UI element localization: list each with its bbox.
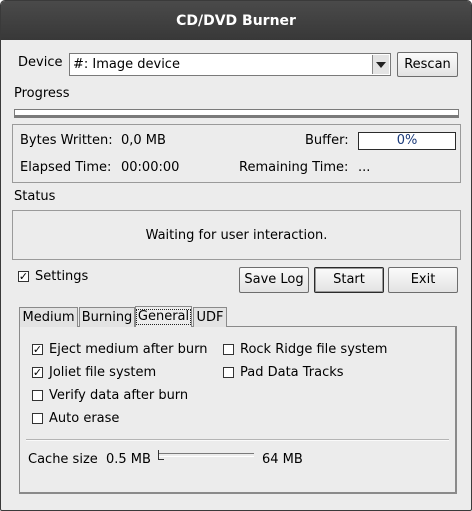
- status-label: Status: [14, 189, 56, 204]
- buffer-value: 0%: [396, 133, 418, 148]
- buffer-indicator: 0%: [358, 132, 456, 150]
- check-icon: ✓: [18, 270, 29, 283]
- exit-button-label: Exit: [410, 272, 436, 287]
- status-panel: Waiting for user interaction.: [12, 210, 461, 260]
- rock-ridge-checkbox[interactable]: [223, 344, 234, 355]
- elapsed-time-label: Elapsed Time:: [20, 160, 112, 175]
- remaining-time-label: Remaining Time:: [239, 160, 349, 175]
- bytes-written-value: 0,0 MB: [121, 133, 166, 148]
- tab-general[interactable]: General: [135, 306, 192, 327]
- cache-slider-handle[interactable]: [158, 450, 164, 460]
- burner-window: CD/DVD Burner Device #: Image device Res…: [0, 0, 472, 511]
- tab-general-label: General: [135, 309, 192, 325]
- bytes-written-label: Bytes Written:: [20, 133, 113, 148]
- auto-erase-label: Auto erase: [49, 411, 120, 426]
- cache-size-label: Cache size: [28, 452, 98, 467]
- separator: [26, 439, 449, 441]
- chevron-down-icon: [376, 61, 386, 68]
- settings-label: Settings: [35, 269, 89, 284]
- tab-udf[interactable]: UDF: [193, 307, 227, 327]
- check-icon: ✓: [32, 366, 43, 379]
- progress-bar: [14, 109, 459, 118]
- eject-medium-label: Eject medium after burn: [49, 342, 208, 357]
- check-icon: ✓: [32, 343, 43, 356]
- save-log-button[interactable]: Save Log: [239, 267, 309, 293]
- elapsed-time-value: 00:00:00: [121, 160, 180, 175]
- rescan-button-label: Rescan: [404, 56, 451, 72]
- tab-medium[interactable]: Medium: [19, 307, 78, 327]
- tab-udf-label: UDF: [196, 309, 224, 325]
- window-title: CD/DVD Burner: [176, 12, 296, 29]
- rock-ridge-label: Rock Ridge file system: [240, 342, 388, 357]
- pad-data-tracks-checkbox[interactable]: [223, 367, 234, 378]
- cache-slider-track[interactable]: [158, 453, 254, 457]
- verify-data-label: Verify data after burn: [49, 388, 189, 403]
- joliet-checkbox[interactable]: ✓: [32, 367, 43, 378]
- save-log-button-label: Save Log: [244, 272, 304, 287]
- tab-burning[interactable]: Burning: [79, 307, 135, 327]
- cache-max-label: 64 MB: [262, 452, 303, 467]
- tab-burning-label: Burning: [81, 309, 133, 325]
- exit-button[interactable]: Exit: [388, 267, 458, 293]
- start-button-label: Start: [333, 272, 365, 287]
- start-button[interactable]: Start: [314, 267, 384, 293]
- joliet-label: Joliet file system: [49, 365, 157, 380]
- remaining-time-value: ...: [358, 160, 371, 175]
- title-bar: CD/DVD Burner: [1, 1, 471, 40]
- progress-label: Progress: [14, 86, 70, 101]
- cache-min-label: 0.5 MB: [106, 452, 151, 467]
- rescan-button[interactable]: Rescan: [397, 52, 458, 77]
- tab-medium-label: Medium: [22, 309, 75, 325]
- dropdown-arrow[interactable]: [372, 55, 389, 74]
- buffer-label: Buffer:: [305, 133, 349, 148]
- pad-data-tracks-label: Pad Data Tracks: [240, 365, 344, 380]
- device-select-value: #: Image device: [73, 57, 180, 72]
- status-message: Waiting for user interaction.: [145, 227, 328, 243]
- eject-medium-checkbox[interactable]: ✓: [32, 344, 43, 355]
- auto-erase-checkbox[interactable]: [32, 413, 43, 424]
- device-label: Device: [18, 55, 63, 70]
- settings-checkbox[interactable]: ✓: [18, 271, 29, 282]
- verify-data-checkbox[interactable]: [32, 390, 43, 401]
- device-select[interactable]: #: Image device: [69, 53, 391, 76]
